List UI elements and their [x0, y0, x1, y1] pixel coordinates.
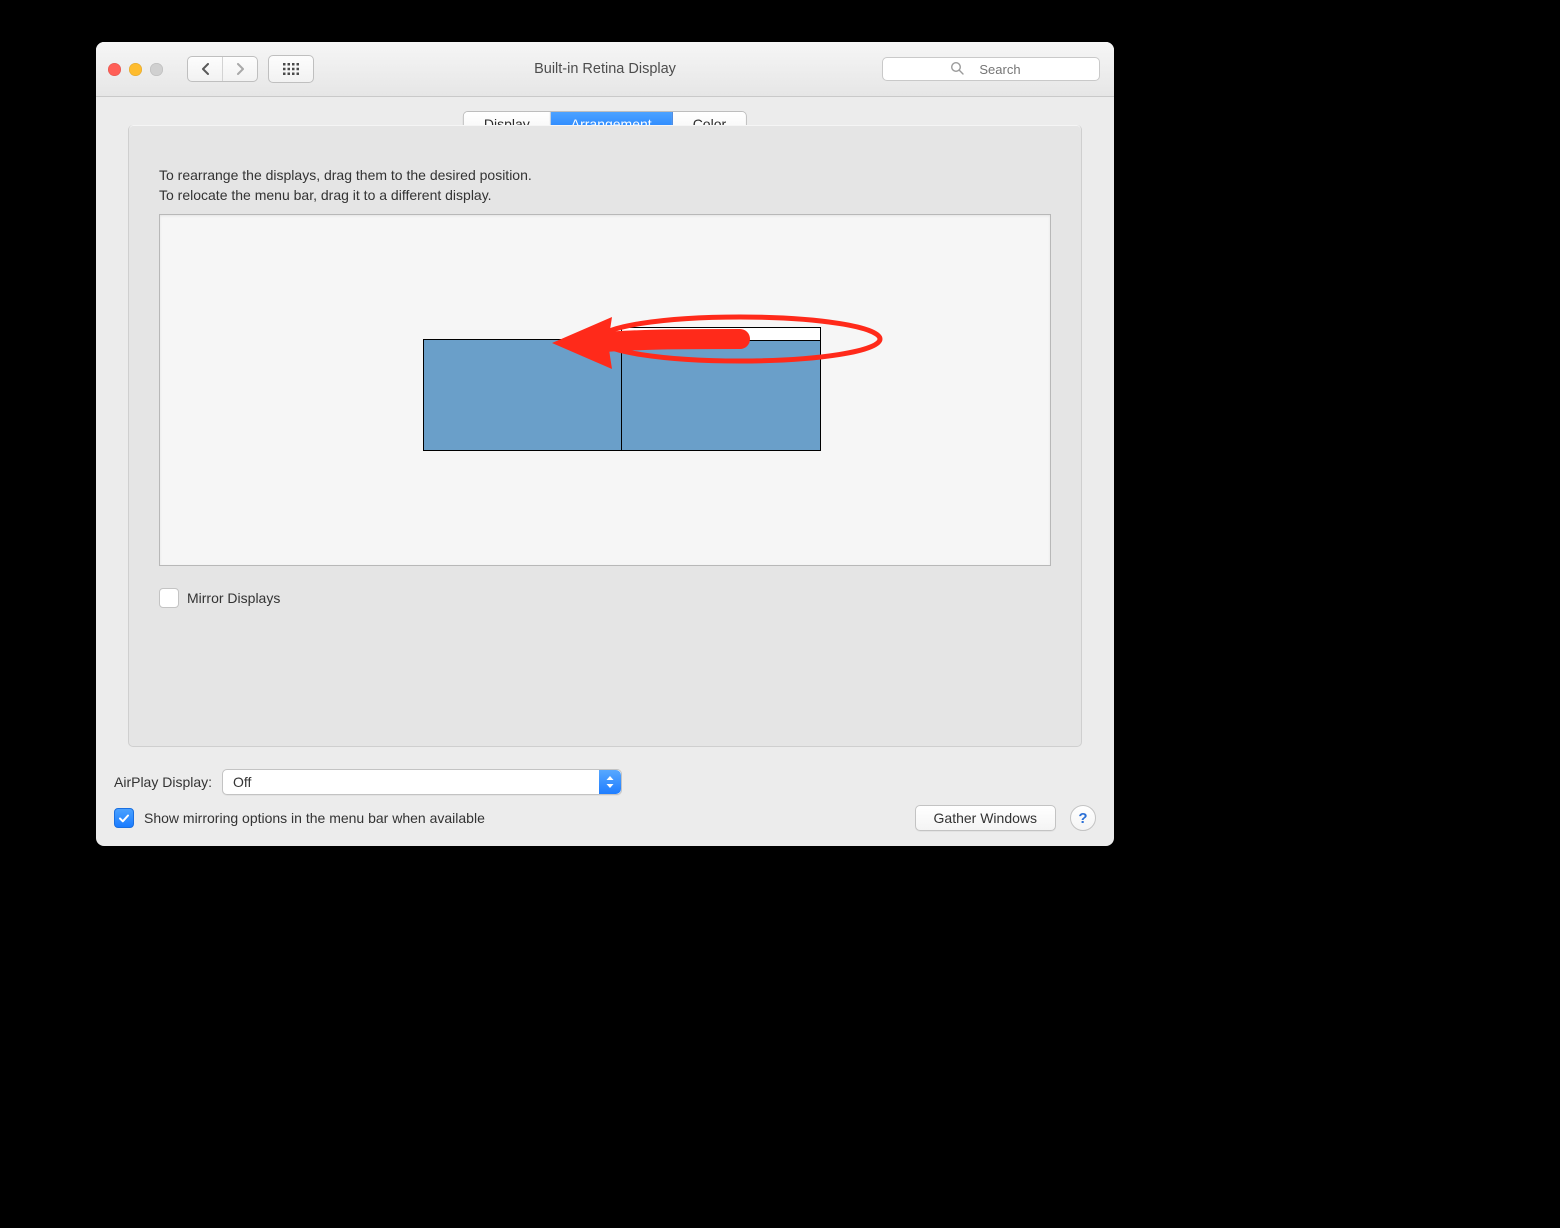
search-field-wrap: [882, 57, 1100, 81]
show-all-button[interactable]: [268, 55, 314, 83]
titlebar: Built-in Retina Display: [96, 42, 1114, 97]
help-button[interactable]: ?: [1070, 805, 1096, 831]
show-mirroring-checkbox[interactable]: [114, 808, 134, 828]
airplay-label: AirPlay Display:: [114, 774, 212, 790]
prefpane-body: Display Arrangement Color To rearrange t…: [96, 97, 1114, 846]
minimize-window-button[interactable]: [129, 63, 142, 76]
back-button[interactable]: [188, 57, 223, 81]
search-input[interactable]: [882, 57, 1100, 81]
nav-back-forward: [187, 56, 258, 82]
airplay-value: Off: [233, 774, 251, 790]
chevron-right-icon: [236, 63, 245, 75]
search-icon: [950, 61, 964, 75]
instructions: To rearrange the displays, drag them to …: [159, 165, 1051, 206]
window-controls: [108, 63, 163, 76]
grid-icon: [283, 63, 299, 75]
display-1[interactable]: [423, 339, 623, 451]
bottom-controls: AirPlay Display: Off Show mirroring opti…: [114, 759, 1096, 831]
mirror-displays-label: Mirror Displays: [187, 590, 280, 606]
display-2[interactable]: [621, 327, 821, 451]
instruction-line: To relocate the menu bar, drag it to a d…: [159, 185, 1051, 205]
close-window-button[interactable]: [108, 63, 121, 76]
checkmark-icon: [118, 812, 130, 824]
show-mirroring-label: Show mirroring options in the menu bar w…: [144, 810, 485, 826]
mirror-displays-checkbox[interactable]: [159, 588, 179, 608]
instruction-line: To rearrange the displays, drag them to …: [159, 165, 1051, 185]
chevron-left-icon: [201, 63, 210, 75]
zoom-window-button[interactable]: [150, 63, 163, 76]
arrangement-panel: To rearrange the displays, drag them to …: [128, 125, 1082, 747]
forward-button[interactable]: [223, 57, 257, 81]
system-preferences-window: Built-in Retina Display Display Arrangem…: [96, 42, 1114, 846]
menu-bar-handle[interactable]: [622, 328, 820, 341]
airplay-popup[interactable]: Off: [222, 769, 622, 795]
mirror-displays-row: Mirror Displays: [159, 588, 1051, 608]
gather-windows-button[interactable]: Gather Windows: [915, 805, 1056, 831]
updown-arrows-icon: [599, 770, 621, 794]
arrangement-box[interactable]: [159, 214, 1051, 566]
